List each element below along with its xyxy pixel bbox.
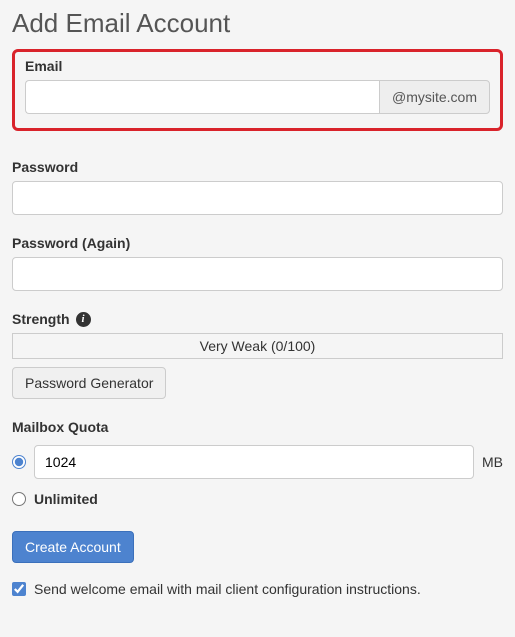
info-icon[interactable]: i [76, 312, 91, 327]
mailbox-quota-label: Mailbox Quota [12, 419, 503, 435]
password-again-label: Password (Again) [12, 235, 503, 251]
create-account-button[interactable]: Create Account [12, 531, 134, 563]
password-again-input[interactable] [12, 257, 503, 291]
quota-unit: MB [482, 454, 503, 470]
quota-unlimited-label: Unlimited [34, 491, 98, 507]
email-domain-addon: @mysite.com [379, 80, 490, 114]
strength-label: Strength [12, 311, 70, 327]
email-label: Email [25, 58, 490, 74]
quota-fixed-radio[interactable] [12, 455, 26, 469]
password-input[interactable] [12, 181, 503, 215]
welcome-email-checkbox[interactable] [12, 582, 26, 596]
quota-value-input[interactable] [34, 445, 474, 479]
strength-meter: Very Weak (0/100) [12, 333, 503, 359]
email-input[interactable] [25, 80, 379, 114]
password-generator-button[interactable]: Password Generator [12, 367, 166, 399]
email-highlight-box: Email @mysite.com [12, 49, 503, 131]
page-title: Add Email Account [12, 8, 503, 39]
password-label: Password [12, 159, 503, 175]
quota-unlimited-radio[interactable] [12, 492, 26, 506]
email-input-group: @mysite.com [25, 80, 490, 114]
welcome-email-label: Send welcome email with mail client conf… [34, 581, 421, 597]
